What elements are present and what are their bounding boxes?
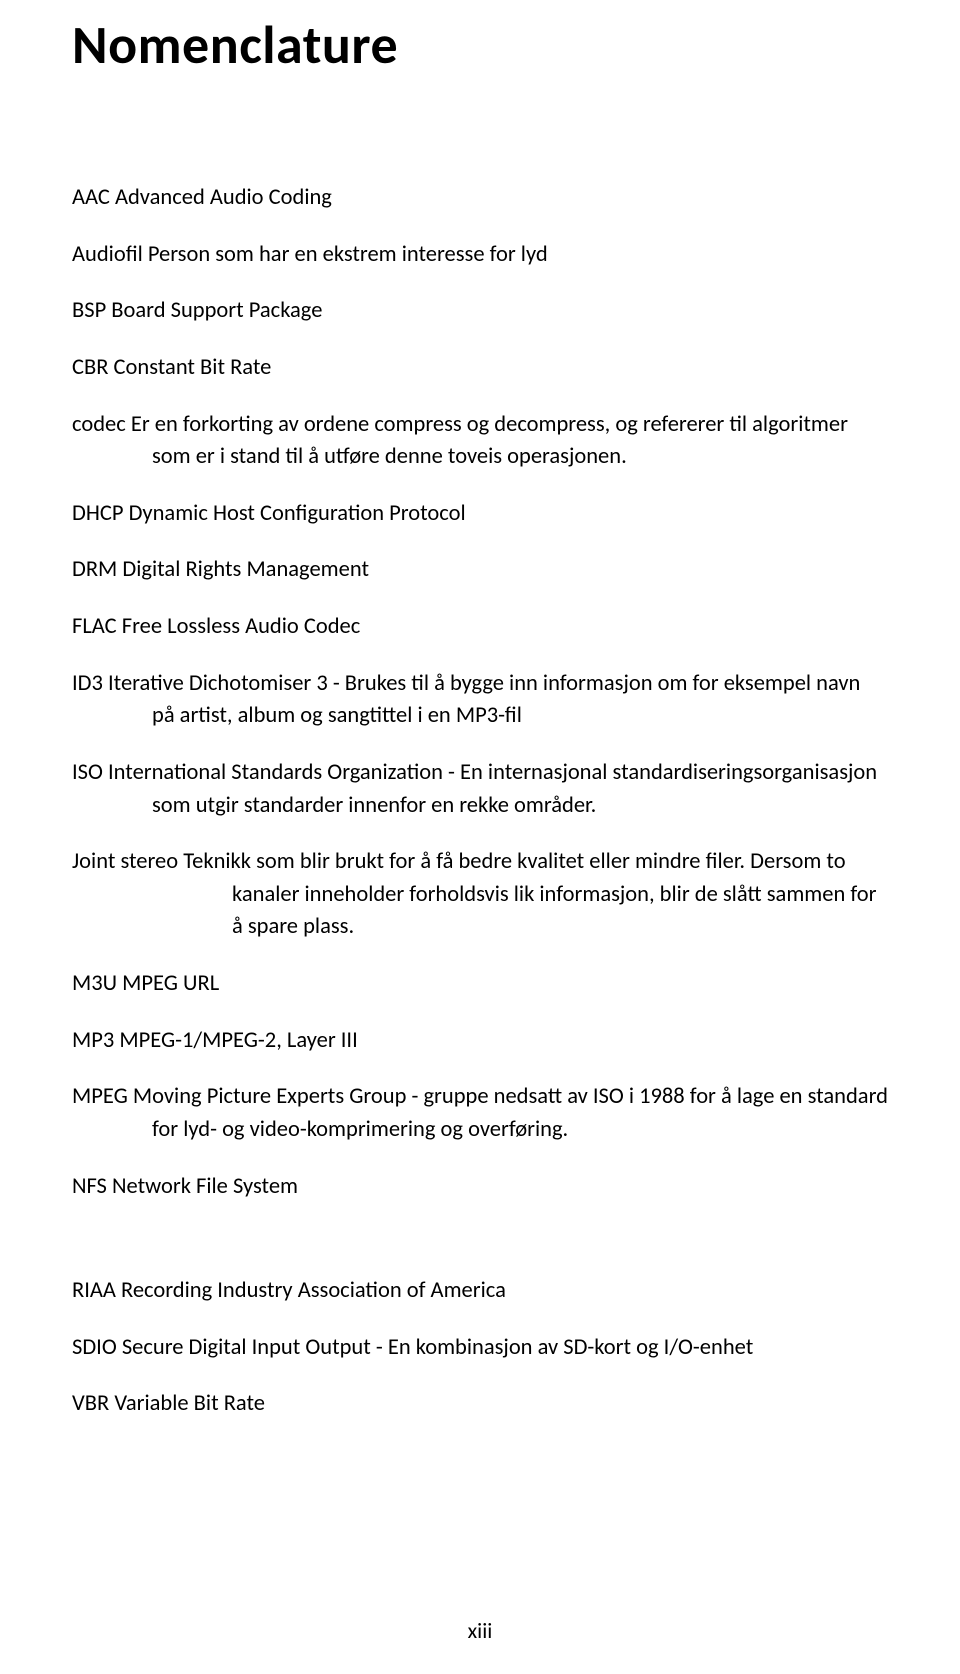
entry-line: ID3 Iterative Dichotomiser 3 - Brukes ti…	[72, 668, 888, 733]
entry-line: AAC Advanced Audio Coding	[72, 182, 888, 215]
definition: Digital Rights Management	[122, 556, 369, 583]
term: SDIO	[72, 1334, 117, 1361]
entry: BSP Board Support Package	[72, 295, 888, 328]
page-number: xiii	[0, 1617, 960, 1644]
page: Nomenclature AAC Advanced Audio Coding Au…	[0, 0, 960, 1674]
term: RIAA	[72, 1277, 116, 1304]
term: VBR	[72, 1390, 109, 1417]
entry: VBR Variable Bit Rate	[72, 1388, 888, 1421]
definition: Dynamic Host Configuration Protocol	[129, 500, 466, 527]
entry: DHCP Dynamic Host Configuration Protocol	[72, 498, 888, 531]
entry: Audiofil Person som har en ekstrem inter…	[72, 239, 888, 272]
term: Joint stereo	[72, 848, 178, 875]
entry-line: M3U MPEG URL	[72, 968, 888, 1001]
entry-line: DRM Digital Rights Management	[72, 554, 888, 587]
entry-line: VBR Variable Bit Rate	[72, 1388, 888, 1421]
definition: Constant Bit Rate	[114, 354, 272, 381]
definition: Secure Digital Input Output - En kombina…	[122, 1334, 753, 1361]
entry-line: MP3 MPEG-1/MPEG-2, Layer III	[72, 1025, 888, 1058]
entry-line: MPEG Moving Picture Experts Group - grup…	[72, 1081, 888, 1146]
entry-line: RIAA Recording Industry Association of A…	[72, 1275, 888, 1308]
term: FLAC	[72, 613, 117, 640]
entry-line: FLAC Free Lossless Audio Codec	[72, 611, 888, 644]
term: DHCP	[72, 500, 123, 527]
entry-line: CBR Constant Bit Rate	[72, 352, 888, 385]
entry-line: DHCP Dynamic Host Configuration Protocol	[72, 498, 888, 531]
entry-line: BSP Board Support Package	[72, 295, 888, 328]
entry: codec Er en forkorting av ordene compres…	[72, 409, 888, 474]
entry-line: SDIO Secure Digital Input Output - En ko…	[72, 1332, 888, 1365]
term: MP3	[72, 1027, 114, 1054]
definition: Iterative Dichotomiser 3 - Brukes til å …	[108, 670, 860, 730]
definition: MPEG-1/MPEG-2, Layer III	[119, 1027, 357, 1054]
term: ID3	[72, 670, 103, 697]
term: DRM	[72, 556, 117, 583]
term: BSP	[72, 297, 106, 324]
entry-line: NFS Network File System	[72, 1171, 888, 1204]
definition: Free Lossless Audio Codec	[122, 613, 361, 640]
term: NFS	[72, 1173, 107, 1200]
entry-line: Audiofil Person som har en ekstrem inter…	[72, 239, 888, 272]
entry: DRM Digital Rights Management	[72, 554, 888, 587]
nomenclature-list: AAC Advanced Audio Coding Audiofil Person…	[72, 182, 888, 1421]
entry: ISO International Standards Organization…	[72, 757, 888, 822]
definition: Network File System	[112, 1173, 298, 1200]
entry: MPEG Moving Picture Experts Group - grup…	[72, 1081, 888, 1146]
definition: Er en forkorting av ordene compress og d…	[131, 411, 848, 471]
definition: MPEG URL	[122, 970, 219, 997]
definition: Recording Industry Association of Americ…	[121, 1277, 506, 1304]
entry: Joint stereo Teknikk som blir brukt for …	[72, 846, 888, 944]
definition: Board Support Package	[111, 297, 322, 324]
entry-line: Joint stereo Teknikk som blir brukt for …	[72, 846, 888, 944]
definition: Teknikk som blir brukt for å få bedre kv…	[183, 848, 876, 940]
entry: CBR Constant Bit Rate	[72, 352, 888, 385]
term: MPEG	[72, 1083, 128, 1110]
term: codec	[72, 411, 126, 438]
definition: International Standards Organization - E…	[108, 759, 877, 819]
definition: Person som har en ekstrem interesse for …	[148, 241, 548, 268]
term: Audiofil	[72, 241, 143, 268]
entry: NFS Network File System	[72, 1171, 888, 1204]
entry: MP3 MPEG-1/MPEG-2, Layer III	[72, 1025, 888, 1058]
entry: FLAC Free Lossless Audio Codec	[72, 611, 888, 644]
entry: ID3 Iterative Dichotomiser 3 - Brukes ti…	[72, 668, 888, 733]
term: ISO	[72, 759, 103, 786]
definition: Variable Bit Rate	[114, 1390, 265, 1417]
term: CBR	[72, 354, 108, 381]
entry: RIAA Recording Industry Association of A…	[72, 1275, 888, 1308]
entry: M3U MPEG URL	[72, 968, 888, 1001]
entry-line: codec Er en forkorting av ordene compres…	[72, 409, 888, 474]
entry: AAC Advanced Audio Coding	[72, 182, 888, 215]
entry: SDIO Secure Digital Input Output - En ko…	[72, 1332, 888, 1365]
entry-line: ISO International Standards Organization…	[72, 757, 888, 822]
definition: Moving Picture Experts Group - gruppe ne…	[133, 1083, 888, 1143]
definition: Advanced Audio Coding	[115, 184, 332, 211]
term: AAC	[72, 184, 110, 211]
page-title: Nomenclature	[72, 12, 888, 78]
term: M3U	[72, 970, 117, 997]
